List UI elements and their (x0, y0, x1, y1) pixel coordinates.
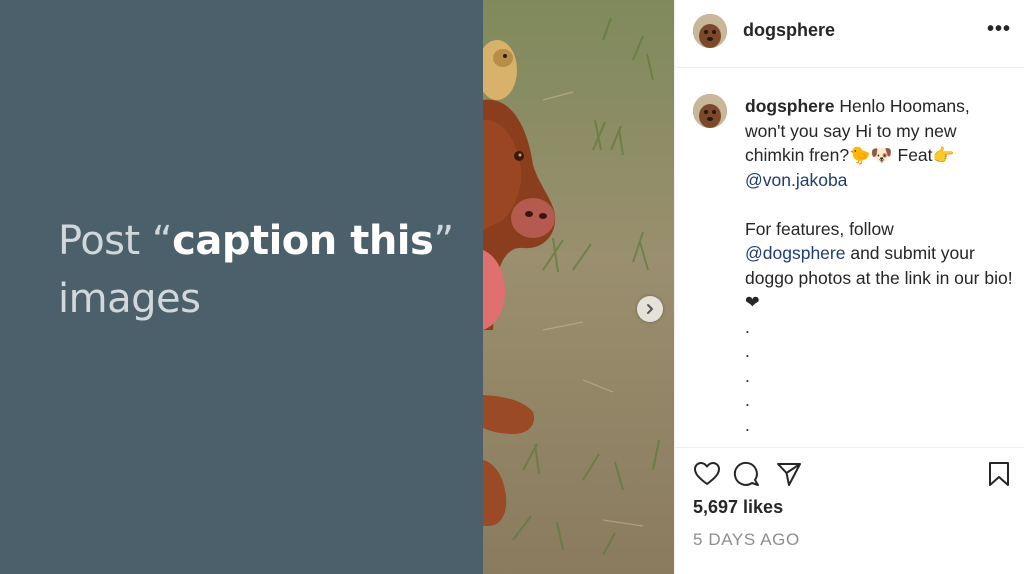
send-icon (777, 463, 801, 486)
caption-dot: . (745, 390, 750, 410)
avatar[interactable] (693, 14, 727, 48)
post-caption: dogsphere Henlo Hoomans, won't you say H… (745, 94, 1013, 437)
bookmark-icon (989, 462, 1009, 486)
post-photo[interactable] (483, 0, 674, 574)
caption-text: For features, follow (745, 218, 894, 239)
post-panel: dogsphere ••• dogsphere Henlo Hoomans, w… (674, 0, 1024, 574)
post-header: dogsphere ••• (675, 0, 1024, 68)
post-username[interactable]: dogsphere (743, 20, 835, 41)
share-button[interactable] (775, 460, 803, 488)
chevron-right-icon (647, 304, 653, 314)
slide-title: Post “caption this” images (58, 212, 468, 328)
like-button[interactable] (693, 460, 721, 488)
dog-avatar-icon (693, 14, 727, 48)
next-photo-button[interactable] (637, 296, 663, 322)
slide-title-line2: images (58, 276, 201, 322)
comment-button[interactable] (733, 460, 761, 488)
caption-dot: . (745, 365, 750, 386)
caption-dot: . (745, 341, 750, 361)
caption-dot: . (745, 316, 750, 337)
mention-link[interactable]: @von.jakoba (745, 170, 847, 190)
caption-dot: . (745, 414, 750, 435)
heart-icon (694, 462, 720, 485)
caption-username[interactable]: dogsphere (745, 96, 834, 116)
save-button[interactable] (985, 460, 1013, 488)
dog-and-chick-photo (483, 0, 674, 574)
action-bar: 5,697 likes 5 DAYS AGO (675, 447, 1024, 574)
post-timestamp: 5 DAYS AGO (693, 530, 800, 549)
slide-title-bold: caption this (172, 218, 434, 264)
caption-section: dogsphere Henlo Hoomans, won't you say H… (675, 68, 1024, 446)
dog-avatar-icon (693, 94, 727, 128)
caption-dots: . . . . . (745, 315, 1013, 438)
slide-title-suffix: ” (433, 218, 454, 264)
mention-link[interactable]: @dogsphere (745, 243, 845, 263)
slide-panel: Post “caption this” images (0, 0, 483, 574)
more-options-icon[interactable]: ••• (987, 18, 1011, 41)
caption-avatar[interactable] (693, 94, 727, 128)
comment-icon (733, 461, 759, 486)
slide-title-prefix: Post “ (58, 218, 173, 264)
likes-count[interactable]: 5,697 likes (693, 497, 783, 518)
